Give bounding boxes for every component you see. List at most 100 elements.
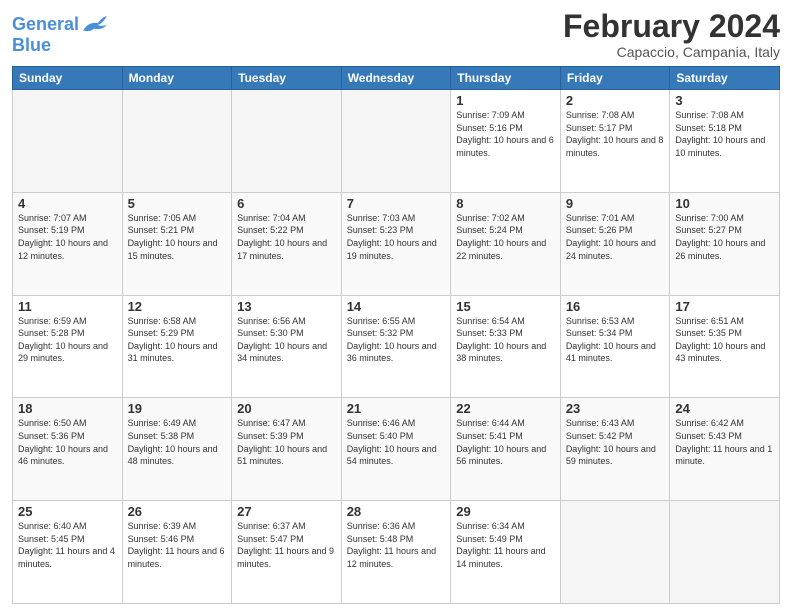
day-number: 11 bbox=[18, 299, 117, 314]
calendar-cell bbox=[13, 90, 123, 193]
calendar-cell bbox=[670, 501, 780, 604]
header-saturday: Saturday bbox=[670, 67, 780, 90]
calendar-cell: 28Sunrise: 6:36 AM Sunset: 5:48 PM Dayli… bbox=[341, 501, 451, 604]
day-info: Sunrise: 6:50 AM Sunset: 5:36 PM Dayligh… bbox=[18, 417, 117, 467]
calendar-cell bbox=[341, 90, 451, 193]
day-info: Sunrise: 6:55 AM Sunset: 5:32 PM Dayligh… bbox=[347, 315, 446, 365]
day-number: 17 bbox=[675, 299, 774, 314]
day-info: Sunrise: 7:00 AM Sunset: 5:27 PM Dayligh… bbox=[675, 212, 774, 262]
day-info: Sunrise: 7:01 AM Sunset: 5:26 PM Dayligh… bbox=[566, 212, 665, 262]
day-number: 14 bbox=[347, 299, 446, 314]
calendar-cell: 25Sunrise: 6:40 AM Sunset: 5:45 PM Dayli… bbox=[13, 501, 123, 604]
day-info: Sunrise: 7:03 AM Sunset: 5:23 PM Dayligh… bbox=[347, 212, 446, 262]
day-info: Sunrise: 7:08 AM Sunset: 5:17 PM Dayligh… bbox=[566, 109, 665, 159]
day-number: 8 bbox=[456, 196, 555, 211]
page-container: General Blue February 2024 Capaccio, Cam… bbox=[0, 0, 792, 612]
day-info: Sunrise: 6:37 AM Sunset: 5:47 PM Dayligh… bbox=[237, 520, 336, 570]
day-info: Sunrise: 6:58 AM Sunset: 5:29 PM Dayligh… bbox=[128, 315, 227, 365]
calendar-cell: 7Sunrise: 7:03 AM Sunset: 5:23 PM Daylig… bbox=[341, 192, 451, 295]
calendar-cell: 8Sunrise: 7:02 AM Sunset: 5:24 PM Daylig… bbox=[451, 192, 561, 295]
calendar-cell: 29Sunrise: 6:34 AM Sunset: 5:49 PM Dayli… bbox=[451, 501, 561, 604]
week-row-4: 18Sunrise: 6:50 AM Sunset: 5:36 PM Dayli… bbox=[13, 398, 780, 501]
week-row-5: 25Sunrise: 6:40 AM Sunset: 5:45 PM Dayli… bbox=[13, 501, 780, 604]
day-info: Sunrise: 6:34 AM Sunset: 5:49 PM Dayligh… bbox=[456, 520, 555, 570]
day-info: Sunrise: 6:46 AM Sunset: 5:40 PM Dayligh… bbox=[347, 417, 446, 467]
month-title: February 2024 bbox=[563, 10, 780, 42]
page-header: General Blue February 2024 Capaccio, Cam… bbox=[12, 10, 780, 60]
day-info: Sunrise: 6:47 AM Sunset: 5:39 PM Dayligh… bbox=[237, 417, 336, 467]
logo-text-line1: General bbox=[12, 15, 79, 35]
day-info: Sunrise: 7:08 AM Sunset: 5:18 PM Dayligh… bbox=[675, 109, 774, 159]
day-number: 7 bbox=[347, 196, 446, 211]
calendar-cell: 6Sunrise: 7:04 AM Sunset: 5:22 PM Daylig… bbox=[232, 192, 342, 295]
day-number: 9 bbox=[566, 196, 665, 211]
calendar-cell: 13Sunrise: 6:56 AM Sunset: 5:30 PM Dayli… bbox=[232, 295, 342, 398]
calendar-cell: 21Sunrise: 6:46 AM Sunset: 5:40 PM Dayli… bbox=[341, 398, 451, 501]
calendar-cell: 15Sunrise: 6:54 AM Sunset: 5:33 PM Dayli… bbox=[451, 295, 561, 398]
day-info: Sunrise: 7:04 AM Sunset: 5:22 PM Dayligh… bbox=[237, 212, 336, 262]
day-info: Sunrise: 6:54 AM Sunset: 5:33 PM Dayligh… bbox=[456, 315, 555, 365]
logo-text-line2: Blue bbox=[12, 35, 51, 55]
header-monday: Monday bbox=[122, 67, 232, 90]
day-number: 16 bbox=[566, 299, 665, 314]
calendar-table: Sunday Monday Tuesday Wednesday Thursday… bbox=[12, 66, 780, 604]
calendar-cell: 3Sunrise: 7:08 AM Sunset: 5:18 PM Daylig… bbox=[670, 90, 780, 193]
day-number: 24 bbox=[675, 401, 774, 416]
header-wednesday: Wednesday bbox=[341, 67, 451, 90]
header-thursday: Thursday bbox=[451, 67, 561, 90]
day-number: 3 bbox=[675, 93, 774, 108]
day-info: Sunrise: 7:07 AM Sunset: 5:19 PM Dayligh… bbox=[18, 212, 117, 262]
calendar-cell: 22Sunrise: 6:44 AM Sunset: 5:41 PM Dayli… bbox=[451, 398, 561, 501]
week-row-1: 1Sunrise: 7:09 AM Sunset: 5:16 PM Daylig… bbox=[13, 90, 780, 193]
day-number: 23 bbox=[566, 401, 665, 416]
day-number: 29 bbox=[456, 504, 555, 519]
day-number: 1 bbox=[456, 93, 555, 108]
day-number: 28 bbox=[347, 504, 446, 519]
header-tuesday: Tuesday bbox=[232, 67, 342, 90]
week-row-3: 11Sunrise: 6:59 AM Sunset: 5:28 PM Dayli… bbox=[13, 295, 780, 398]
day-info: Sunrise: 7:05 AM Sunset: 5:21 PM Dayligh… bbox=[128, 212, 227, 262]
day-info: Sunrise: 6:40 AM Sunset: 5:45 PM Dayligh… bbox=[18, 520, 117, 570]
week-row-2: 4Sunrise: 7:07 AM Sunset: 5:19 PM Daylig… bbox=[13, 192, 780, 295]
day-number: 22 bbox=[456, 401, 555, 416]
calendar-cell: 23Sunrise: 6:43 AM Sunset: 5:42 PM Dayli… bbox=[560, 398, 670, 501]
day-number: 26 bbox=[128, 504, 227, 519]
day-number: 6 bbox=[237, 196, 336, 211]
day-info: Sunrise: 6:53 AM Sunset: 5:34 PM Dayligh… bbox=[566, 315, 665, 365]
day-number: 4 bbox=[18, 196, 117, 211]
header-friday: Friday bbox=[560, 67, 670, 90]
day-number: 21 bbox=[347, 401, 446, 416]
calendar-cell: 14Sunrise: 6:55 AM Sunset: 5:32 PM Dayli… bbox=[341, 295, 451, 398]
day-info: Sunrise: 6:44 AM Sunset: 5:41 PM Dayligh… bbox=[456, 417, 555, 467]
day-number: 20 bbox=[237, 401, 336, 416]
logo: General Blue bbox=[12, 14, 109, 56]
day-number: 19 bbox=[128, 401, 227, 416]
day-info: Sunrise: 7:02 AM Sunset: 5:24 PM Dayligh… bbox=[456, 212, 555, 262]
day-number: 15 bbox=[456, 299, 555, 314]
day-number: 2 bbox=[566, 93, 665, 108]
logo-bird-icon bbox=[81, 14, 109, 36]
title-block: February 2024 Capaccio, Campania, Italy bbox=[563, 10, 780, 60]
calendar-cell: 20Sunrise: 6:47 AM Sunset: 5:39 PM Dayli… bbox=[232, 398, 342, 501]
calendar-cell: 16Sunrise: 6:53 AM Sunset: 5:34 PM Dayli… bbox=[560, 295, 670, 398]
day-info: Sunrise: 6:43 AM Sunset: 5:42 PM Dayligh… bbox=[566, 417, 665, 467]
calendar-cell: 19Sunrise: 6:49 AM Sunset: 5:38 PM Dayli… bbox=[122, 398, 232, 501]
day-info: Sunrise: 6:42 AM Sunset: 5:43 PM Dayligh… bbox=[675, 417, 774, 467]
calendar-cell bbox=[232, 90, 342, 193]
calendar-cell: 27Sunrise: 6:37 AM Sunset: 5:47 PM Dayli… bbox=[232, 501, 342, 604]
day-number: 27 bbox=[237, 504, 336, 519]
location-subtitle: Capaccio, Campania, Italy bbox=[563, 44, 780, 60]
day-info: Sunrise: 6:51 AM Sunset: 5:35 PM Dayligh… bbox=[675, 315, 774, 365]
header-sunday: Sunday bbox=[13, 67, 123, 90]
day-number: 18 bbox=[18, 401, 117, 416]
day-info: Sunrise: 6:49 AM Sunset: 5:38 PM Dayligh… bbox=[128, 417, 227, 467]
calendar-cell: 18Sunrise: 6:50 AM Sunset: 5:36 PM Dayli… bbox=[13, 398, 123, 501]
calendar-cell: 9Sunrise: 7:01 AM Sunset: 5:26 PM Daylig… bbox=[560, 192, 670, 295]
day-number: 12 bbox=[128, 299, 227, 314]
day-number: 25 bbox=[18, 504, 117, 519]
calendar-cell: 1Sunrise: 7:09 AM Sunset: 5:16 PM Daylig… bbox=[451, 90, 561, 193]
calendar-cell: 11Sunrise: 6:59 AM Sunset: 5:28 PM Dayli… bbox=[13, 295, 123, 398]
day-number: 13 bbox=[237, 299, 336, 314]
day-info: Sunrise: 7:09 AM Sunset: 5:16 PM Dayligh… bbox=[456, 109, 555, 159]
day-info: Sunrise: 6:36 AM Sunset: 5:48 PM Dayligh… bbox=[347, 520, 446, 570]
